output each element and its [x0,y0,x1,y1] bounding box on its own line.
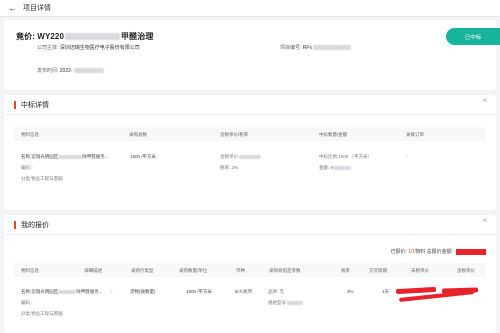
company-row: 公司主体: 深圳迈瑞生物医疗电子股份有限公司 [37,44,140,51]
chevron-up-icon[interactable]: ^ [482,99,487,106]
publish-time-value: 2022- [59,68,73,74]
my-quote-card: 我的报价 ^ 已报价: 1/1物料 总报价金额: 物料信息 详细描述 采购行类型… [4,215,496,333]
redacted-total-amount [456,248,486,255]
quote-brand: 品牌: 无 [268,289,285,294]
quote-col-delivery: 交货周期 [369,267,387,273]
quote-delivery: 1天 [382,289,390,294]
quote-col-tax: 税率 [341,267,350,273]
redacted-project-number [312,45,351,51]
quote-col-material: 物料信息 [21,267,39,273]
redacted-price-excl-tax [395,286,437,295]
award-details-card: 中标详情 ^ 物料信息 采购总数 含税单价/税率 中标数量/金额 关联订单 名称… [4,95,496,210]
award-material-category: 分类:物业工程与客服 [21,176,63,181]
top-bar: ← 项目详情 [0,0,500,17]
quote-description: - [111,289,113,294]
quote-material-code: 编码:- [21,300,33,305]
award-tax-rate: 税率: 3% [220,165,239,170]
project-number-label: 项目编号: [280,45,302,51]
award-material-name[interactable]: 名称:迈瑞光明园区 除甲醛服务... [21,154,109,160]
quote-col-quantity: 采购数量/单位 [179,267,208,273]
award-section-title: 中标详情 [21,101,49,109]
award-linked-order: - [406,154,408,159]
award-col-unit-price: 含税单价/税率 [220,131,249,137]
award-material-code: 编码:- [21,165,33,170]
quote-col-currency: 币种 [236,267,245,273]
quote-col-price-incl-tax: 含税单价 [457,267,475,273]
project-code: WY220 [37,32,65,41]
project-name-suffix: 甲醛治理 [121,32,154,41]
project-title: 竟价: WY220 甲醛治理 [16,31,153,42]
quote-col-price-excl-tax: 未税单价 [411,267,429,273]
quote-col-description: 详细描述 [84,267,102,273]
quote-spec: 规格型号: [268,300,304,306]
quote-summary: 已报价: 1/1物料 总报价金额: [390,248,486,255]
page-title: 项目详情 [23,5,51,12]
quote-quantity: 1500 /平方米 [186,289,213,294]
award-ratio: 中标比例:1500 （平方米） [319,154,373,159]
project-label: 竟价: [16,32,35,41]
company-value: 深圳迈瑞生物医疗电子股份有限公司 [59,45,140,51]
status-badge: 已中标 [446,28,500,45]
award-col-material: 物料信息 [21,131,39,137]
arrow-left-icon[interactable]: ← [8,3,17,13]
quote-material-category: 分类:物业工程与客服 [21,311,63,316]
project-info-card: 竟价: WY220 甲醛治理 公司主体: 深圳迈瑞生物医疗电子股份有限公司 项目编… [4,20,500,90]
quote-col-line-type: 采购行类型 [131,267,154,273]
redacted-publish-time [73,68,104,74]
award-amount: 金额: ¥ [319,165,352,171]
quote-table-header: 物料信息 详细描述 采购行类型 采购数量/单位 币种 采购商指定参数 税率 交货… [14,263,486,277]
project-number-value: RFx [302,45,312,51]
redacted-material-name [58,289,77,294]
redacted-spec [287,300,304,305]
section-accent-bar [14,100,16,109]
redacted-material-name [58,154,83,159]
quote-line-type: 货物(按数量) [130,289,156,294]
award-col-award-amount: 中标数量/金额 [319,131,348,137]
award-col-order: 关联订单 [406,131,424,137]
quote-material-name[interactable]: 名称:迈瑞光明园区 除甲醛服务... [21,289,103,295]
project-number-row: 项目编号: RFx [280,44,351,51]
award-table-header: 物料信息 采购总数 含税单价/税率 中标数量/金额 关联订单 [14,127,486,141]
redacted-unit-price [239,154,262,159]
quote-currency: ¥/人民币 [235,289,253,294]
award-unit-price: 含税单价: [220,154,262,160]
quote-tax: 3% [347,289,354,294]
publish-time-row: 发布时间: 2022- [37,67,104,74]
chevron-up-icon[interactable]: ^ [482,219,487,226]
quote-col-params: 采购商指定参数 [269,267,301,273]
company-label: 公司主体: [37,45,59,51]
award-col-quantity: 采购总数 [129,131,147,137]
quote-section-title: 我的报价 [21,221,49,229]
section-accent-bar [14,220,16,229]
award-section-header[interactable]: 中标详情 ^ [4,95,496,115]
redacted-amount [333,165,352,170]
quote-section-header[interactable]: 我的报价 ^ [4,215,496,235]
redacted-project-name [65,33,121,41]
publish-time-label: 发布时间: [37,68,59,74]
award-quantity: 1500 /平方米 [130,154,157,159]
